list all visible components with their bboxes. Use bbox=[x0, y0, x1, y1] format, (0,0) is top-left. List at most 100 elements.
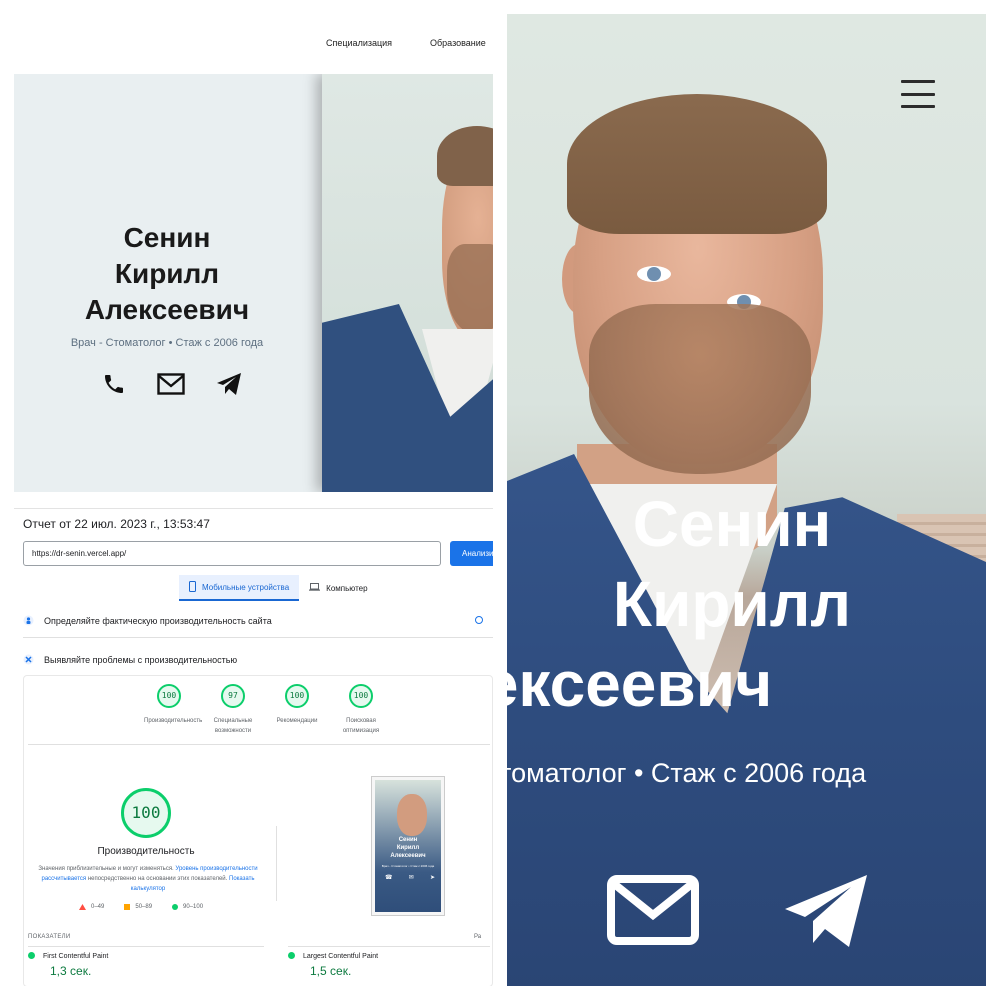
page-screenshot-thumbnail: Сенин Кирилл Алексеевич Врач - Стоматоло… bbox=[371, 776, 445, 916]
field-data-label: Определяйте фактическую производительнос… bbox=[44, 616, 272, 626]
gauge-accessibility[interactable]: 97 Специальные возможности bbox=[208, 684, 258, 736]
telegram-icon[interactable] bbox=[216, 372, 242, 401]
gauge-value: 100 bbox=[349, 684, 373, 708]
gauge-best-practices[interactable]: 100 Рекомендации bbox=[272, 684, 322, 736]
gauge-label: Специальные возможности bbox=[213, 718, 253, 734]
name-line: Сенин bbox=[632, 488, 832, 560]
divider bbox=[28, 946, 264, 947]
legend-average: 50–89 bbox=[124, 904, 152, 910]
scores-card: 100 Производительность 97 Специальные во… bbox=[23, 675, 493, 986]
mail-icon[interactable] bbox=[607, 875, 699, 950]
metric-lcp: Largest Contentful Paint 1,5 сек. bbox=[288, 952, 493, 978]
legend-average-label: 50–89 bbox=[135, 904, 153, 910]
url-input[interactable]: https://dr-senin.vercel.app/ bbox=[23, 541, 441, 566]
metric-value: 1,5 сек. bbox=[310, 964, 352, 978]
pagespeed-report: Отчет от 22 июл. 2023 г., 13:53:47 https… bbox=[14, 508, 493, 986]
smartphone-icon bbox=[189, 580, 196, 594]
photo-beard bbox=[589, 304, 811, 474]
hamburger-menu-icon[interactable] bbox=[901, 80, 935, 108]
doctor-name: Сенин Кирилл Алексеевич bbox=[52, 220, 282, 328]
metric-name: Largest Contentful Paint bbox=[303, 953, 379, 960]
nav-link-education[interactable]: Образование bbox=[430, 38, 486, 48]
score-legend: 0–49 50–89 90–100 bbox=[79, 904, 203, 910]
legend-fail: 0–49 bbox=[79, 904, 104, 910]
metric-value: 1,3 сек. bbox=[50, 964, 92, 978]
nav-link-specialization[interactable]: Специализация bbox=[326, 38, 392, 48]
contact-icons bbox=[507, 869, 907, 959]
score-gauges: 100 Производительность 97 Специальные во… bbox=[144, 684, 386, 736]
performance-title: Производительность bbox=[97, 846, 195, 857]
lab-icon bbox=[23, 654, 34, 667]
hero-section: Сенин Кирилл Алексеевич Врач - Стоматоло… bbox=[14, 74, 493, 492]
doctor-subtitle: Врач - Стоматолог • Стаж с 2006 года bbox=[70, 337, 264, 349]
gauge-label: Рекомендации bbox=[276, 718, 318, 724]
site-nav: Специализация Образование bbox=[14, 14, 493, 74]
metric-name: First Contentful Paint bbox=[43, 953, 109, 960]
thumbnail-name: Сенин Кирилл Алексеевич bbox=[375, 836, 441, 860]
phone-icon[interactable] bbox=[102, 372, 126, 401]
contact-icons bbox=[102, 372, 242, 400]
telegram-icon[interactable] bbox=[783, 873, 869, 954]
phone-icon[interactable] bbox=[507, 873, 517, 958]
info-icon[interactable] bbox=[475, 616, 483, 626]
divider bbox=[288, 946, 490, 947]
tab-mobile[interactable]: Мобильные устройства bbox=[179, 575, 300, 601]
mail-icon[interactable] bbox=[157, 372, 185, 400]
report-title: Отчет от 22 июл. 2023 г., 13:53:47 bbox=[23, 517, 210, 531]
name-line: Сенин bbox=[123, 222, 211, 253]
tab-mobile-label: Мобильные устройства bbox=[202, 582, 290, 592]
gauge-performance[interactable]: 100 Производительность bbox=[144, 684, 203, 736]
name-line: Кирилл bbox=[114, 258, 220, 289]
device-tabs: Мобильные устройства Компьютер bbox=[179, 575, 378, 601]
telegram-icon: ➤ bbox=[429, 875, 435, 881]
gauge-seo[interactable]: 100 Поисковая оптимизация bbox=[336, 684, 386, 736]
lab-data-section[interactable]: Выявляйте проблемы с производительностью bbox=[23, 650, 493, 670]
people-icon bbox=[23, 615, 34, 628]
metrics-heading: ПОКАЗАТЕЛИ bbox=[28, 934, 71, 940]
doctor-photo bbox=[322, 74, 493, 492]
thumbnail-image: Сенин Кирилл Алексеевич Врач - Стоматоло… bbox=[375, 780, 441, 912]
collage: Специализация Образование Сенин Кирилл А… bbox=[0, 0, 1000, 1000]
doctor-name: Сенин Кирилл лексеевич bbox=[507, 484, 986, 724]
mail-icon: ✉ bbox=[408, 875, 414, 881]
name-line: Алексеевич bbox=[390, 853, 426, 859]
tab-desktop[interactable]: Компьютер bbox=[299, 575, 377, 601]
legend-pass: 90–100 bbox=[172, 904, 203, 910]
note-text: непосредственно на основании этих показа… bbox=[86, 876, 229, 882]
name-line: Кирилл bbox=[612, 568, 852, 640]
gauge-value: 100 bbox=[157, 684, 181, 708]
photo-hair bbox=[567, 94, 827, 234]
desktop-screenshot: Специализация Образование Сенин Кирилл А… bbox=[14, 14, 493, 986]
laptop-icon bbox=[309, 583, 321, 593]
name-line: лексеевич bbox=[507, 648, 773, 720]
phone-icon: ☎ bbox=[385, 875, 393, 881]
thumbnail-subtitle: Врач - Стоматолог • Стаж с 2006 года bbox=[381, 864, 435, 868]
metric-fcp: First Contentful Paint 1,3 сек. bbox=[28, 952, 263, 978]
gauge-value: 100 bbox=[285, 684, 309, 708]
doctor-subtitle: томатолог • Стаж с 2006 года bbox=[507, 758, 867, 788]
mobile-screenshot: Сенин Кирилл лексеевич томатолог • Стаж … bbox=[507, 14, 986, 986]
metrics-expand-link[interactable]: Ра bbox=[474, 934, 481, 940]
pass-dot-icon bbox=[288, 952, 295, 961]
name-line: Сенин bbox=[398, 837, 418, 843]
name-line: Алексеевич bbox=[84, 294, 250, 325]
divider bbox=[23, 637, 493, 638]
field-data-section[interactable]: Определяйте фактическую производительнос… bbox=[23, 611, 493, 631]
legend-fail-label: 0–49 bbox=[91, 904, 105, 910]
pass-dot-icon bbox=[28, 952, 35, 961]
tab-desktop-label: Компьютер bbox=[326, 583, 368, 593]
gauge-label: Поисковая оптимизация bbox=[342, 718, 380, 734]
note-text: Значения приблизительные и могут изменят… bbox=[38, 866, 176, 872]
divider bbox=[276, 826, 277, 901]
performance-score-gauge: 100 bbox=[121, 788, 171, 838]
lab-data-label: Выявляйте проблемы с производительностью bbox=[44, 655, 238, 665]
name-line: Кирилл bbox=[396, 845, 420, 851]
gauge-label: Производительность bbox=[144, 718, 203, 724]
analyze-button[interactable]: Анализи bbox=[450, 541, 493, 566]
gauge-value: 97 bbox=[221, 684, 245, 708]
photo-eye bbox=[637, 266, 671, 282]
thumbnail-icons: ☎ ✉ ➤ bbox=[385, 874, 435, 881]
legend-pass-label: 90–100 bbox=[183, 904, 204, 910]
performance-note: Значения приблизительные и могут изменят… bbox=[38, 864, 258, 894]
divider bbox=[28, 744, 490, 745]
